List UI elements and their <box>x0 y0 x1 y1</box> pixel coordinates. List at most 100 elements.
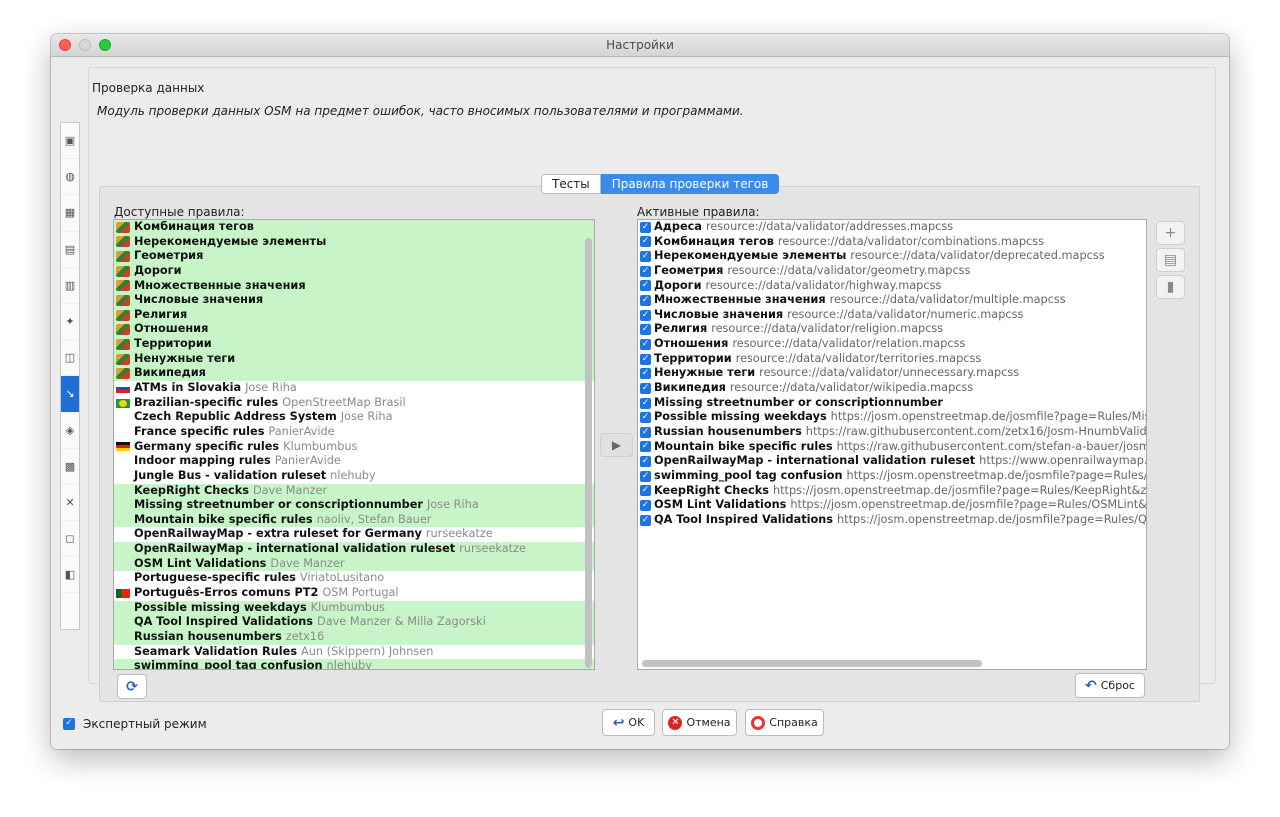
list-item[interactable]: ✓ Комбинация тегов resource://data/validat… <box>638 235 1146 250</box>
list-item[interactable]: ✓ Mountain bike specific rules https://raw… <box>638 440 1146 455</box>
edit-entry-button[interactable]: ▤ <box>1156 248 1185 272</box>
list-item[interactable]: Brazilian-specific rules OpenStreetMap Br… <box>114 396 594 411</box>
checkbox-checked-icon[interactable]: ✓ <box>640 280 651 292</box>
list-item[interactable]: Possible missing weekdays Klumbumbus <box>114 600 594 616</box>
active-rules-hscrollbar[interactable] <box>642 660 982 667</box>
list-item[interactable]: Russian housenumbers zetx16 <box>114 629 594 645</box>
tab-tag-checker-rules[interactable]: Правила проверки тегов <box>600 174 780 194</box>
list-item[interactable]: Czech Republic Address System Jose Riha <box>114 410 594 425</box>
ok-button[interactable]: ↩ OK <box>602 709 655 736</box>
list-item[interactable]: QA Tool Inspired Validations Dave Manzer … <box>114 615 594 630</box>
active-rules-list[interactable]: ✓ Адреса resource://data/validator/address… <box>637 219 1147 670</box>
list-item[interactable]: Português-Erros comuns PT2 OSM Portugal <box>114 586 594 601</box>
checkbox-checked-icon[interactable]: ✓ <box>640 470 651 482</box>
list-item[interactable]: ✓ OSM Lint Validations https://josm.openst… <box>638 498 1146 513</box>
list-item[interactable]: swimming_pool tag confusion nlehuby <box>114 659 594 669</box>
list-item[interactable]: OSM Lint Validations Dave Manzer <box>114 556 594 572</box>
checkbox-checked-icon[interactable]: ✓ <box>640 338 651 350</box>
checkbox-checked-icon[interactable]: ✓ <box>640 324 651 336</box>
list-item[interactable]: ✓ Геометрия resource://data/validator/geom… <box>638 264 1146 279</box>
list-item[interactable]: Множественные значения <box>114 278 594 294</box>
remote-control-icon[interactable]: ◫ <box>61 340 79 377</box>
checkbox-checked-icon[interactable]: ✓ <box>640 368 651 380</box>
list-item[interactable]: Комбинация тегов <box>114 220 594 235</box>
imagery-icon[interactable]: ▩ <box>61 449 79 485</box>
list-item[interactable]: Нерекомендуемые элементы <box>114 234 594 250</box>
list-item[interactable]: Portuguese-specific rules ViriatoLusitano <box>114 571 594 586</box>
available-rules-list[interactable]: Комбинация тегов Нерекомендуемые элементы… <box>113 219 595 670</box>
list-item[interactable]: Геометрия <box>114 249 594 264</box>
checkbox-checked-icon[interactable]: ✓ <box>640 295 651 307</box>
list-item[interactable]: Ненужные теги <box>114 351 594 367</box>
list-item[interactable]: Mountain bike specific rules naoliv, Stef… <box>114 512 594 528</box>
cancel-button[interactable]: ✕ Отмена <box>662 709 737 736</box>
toolbar-icon[interactable]: ▤ <box>61 232 79 268</box>
available-rules-scrollbar[interactable] <box>585 238 592 668</box>
list-item[interactable]: ATMs in Slovakia Jose Riha <box>114 381 594 396</box>
list-item[interactable]: ✓ Russian housenumbers https://raw.githubu… <box>638 425 1146 440</box>
list-item[interactable]: ✓ QA Tool Inspired Validations https://jos… <box>638 513 1146 528</box>
checkbox-checked-icon[interactable]: ✓ <box>640 499 651 511</box>
add-rule-arrow-button[interactable]: ▶ <box>600 433 633 457</box>
list-item[interactable]: KeepRight Checks Dave Manzer <box>114 483 594 499</box>
projection-icon[interactable]: ✦ <box>61 304 79 341</box>
checkbox-checked-icon[interactable]: ✓ <box>640 221 651 233</box>
list-item[interactable]: ✓ Отношения resource://data/validator/rela… <box>638 337 1146 352</box>
list-item[interactable]: ✓ Территории resource://data/validator/ter… <box>638 352 1146 367</box>
list-item[interactable]: ✓ OpenRailwayMap - international validati… <box>638 454 1146 469</box>
list-item[interactable]: Germany specific rules Klumbumbus <box>114 440 594 455</box>
checkbox-checked-icon[interactable]: ✓ <box>640 309 651 321</box>
list-item[interactable]: OpenRailwayMap - extra ruleset for Germa… <box>114 527 594 542</box>
plugins-icon[interactable]: ◈ <box>61 413 79 449</box>
advanced-icon[interactable]: ◧ <box>61 557 79 594</box>
list-item[interactable]: Дороги <box>114 263 594 279</box>
shortcut-icon[interactable]: ▥ <box>61 268 79 304</box>
list-item[interactable]: Indoor mapping rules PanierAvide <box>114 454 594 469</box>
checkbox-checked-icon[interactable]: ✓ <box>640 382 651 394</box>
list-item[interactable]: Отношения <box>114 322 594 338</box>
checkbox-checked-icon[interactable]: ✓ <box>640 441 651 453</box>
reset-button[interactable]: ↶ Сброс <box>1075 673 1145 698</box>
checkbox-checked-icon[interactable]: ✓ <box>640 236 651 248</box>
checkbox-checked-icon[interactable]: ✓ <box>640 397 651 409</box>
map-icon[interactable]: ▦ <box>61 195 79 232</box>
list-item[interactable]: ✓ Множественные значения resource://data/v… <box>638 293 1146 308</box>
list-item[interactable]: ✓ Религия resource://data/validator/religi… <box>638 322 1146 337</box>
list-item[interactable]: Seamark Validation Rules Aun (Skippern) J… <box>114 645 594 660</box>
validator-icon[interactable]: ↘ <box>61 376 79 413</box>
checkbox-checked-icon[interactable]: ✓ <box>640 265 651 277</box>
help-button[interactable]: Справка <box>745 709 824 736</box>
list-item[interactable]: ✓ Possible missing weekdays https://josm.o… <box>638 410 1146 425</box>
list-item[interactable]: OpenRailwayMap - international validatio… <box>114 542 594 557</box>
list-item[interactable]: France specific rules PanierAvide <box>114 425 594 440</box>
tools-icon[interactable]: ✕ <box>61 485 79 522</box>
list-item[interactable]: ✓ Википедия resource://data/validator/wiki… <box>638 381 1146 396</box>
expert-mode-checkbox[interactable]: ✓ Экспертный режим <box>63 717 207 731</box>
settings-icon[interactable]: ◻ <box>61 521 79 558</box>
checkbox-checked-icon[interactable]: ✓ <box>640 426 651 438</box>
list-item[interactable]: Территории <box>114 337 594 352</box>
checkbox-checked-icon[interactable]: ✓ <box>640 251 651 263</box>
list-item[interactable]: ✓ Дороги resource://data/validator/highway… <box>638 279 1146 294</box>
reload-button[interactable]: ⟳ <box>117 674 147 699</box>
add-entry-button[interactable]: + <box>1156 221 1185 245</box>
list-item[interactable]: ✓ Числовые значения resource://data/valida… <box>638 308 1146 323</box>
list-item[interactable]: ✓ swimming_pool tag confusion https://josm… <box>638 469 1146 484</box>
checkbox-checked-icon[interactable]: ✓ <box>640 514 651 526</box>
list-item[interactable]: ✓ Адреса resource://data/validator/address… <box>638 220 1146 235</box>
tab-tests[interactable]: Тесты <box>541 174 601 194</box>
list-item[interactable]: Missing streetnumber or conscriptionnumb… <box>114 498 594 513</box>
list-item[interactable]: Религия <box>114 307 594 323</box>
checkbox-checked-icon[interactable]: ✓ <box>640 353 651 365</box>
list-item[interactable]: Числовые значения <box>114 293 594 308</box>
list-item[interactable]: ✓ Нерекомендуемые элементы resource://data… <box>638 249 1146 264</box>
checkbox-checked-icon[interactable]: ✓ <box>640 485 651 497</box>
list-item[interactable]: ✓ KeepRight Checks https://josm.openstreet… <box>638 484 1146 499</box>
list-item[interactable]: ✓ Ненужные теги resource://data/validator/… <box>638 366 1146 381</box>
globe-icon[interactable]: ◍ <box>61 159 79 196</box>
checkbox-checked-icon[interactable]: ✓ <box>640 456 651 468</box>
list-item[interactable]: Jungle Bus - validation ruleset nlehuby <box>114 469 594 484</box>
list-item[interactable]: Википедия <box>114 366 594 382</box>
checkbox-checked-icon[interactable]: ✓ <box>640 412 651 424</box>
delete-entry-button[interactable]: ▮ <box>1156 275 1185 299</box>
